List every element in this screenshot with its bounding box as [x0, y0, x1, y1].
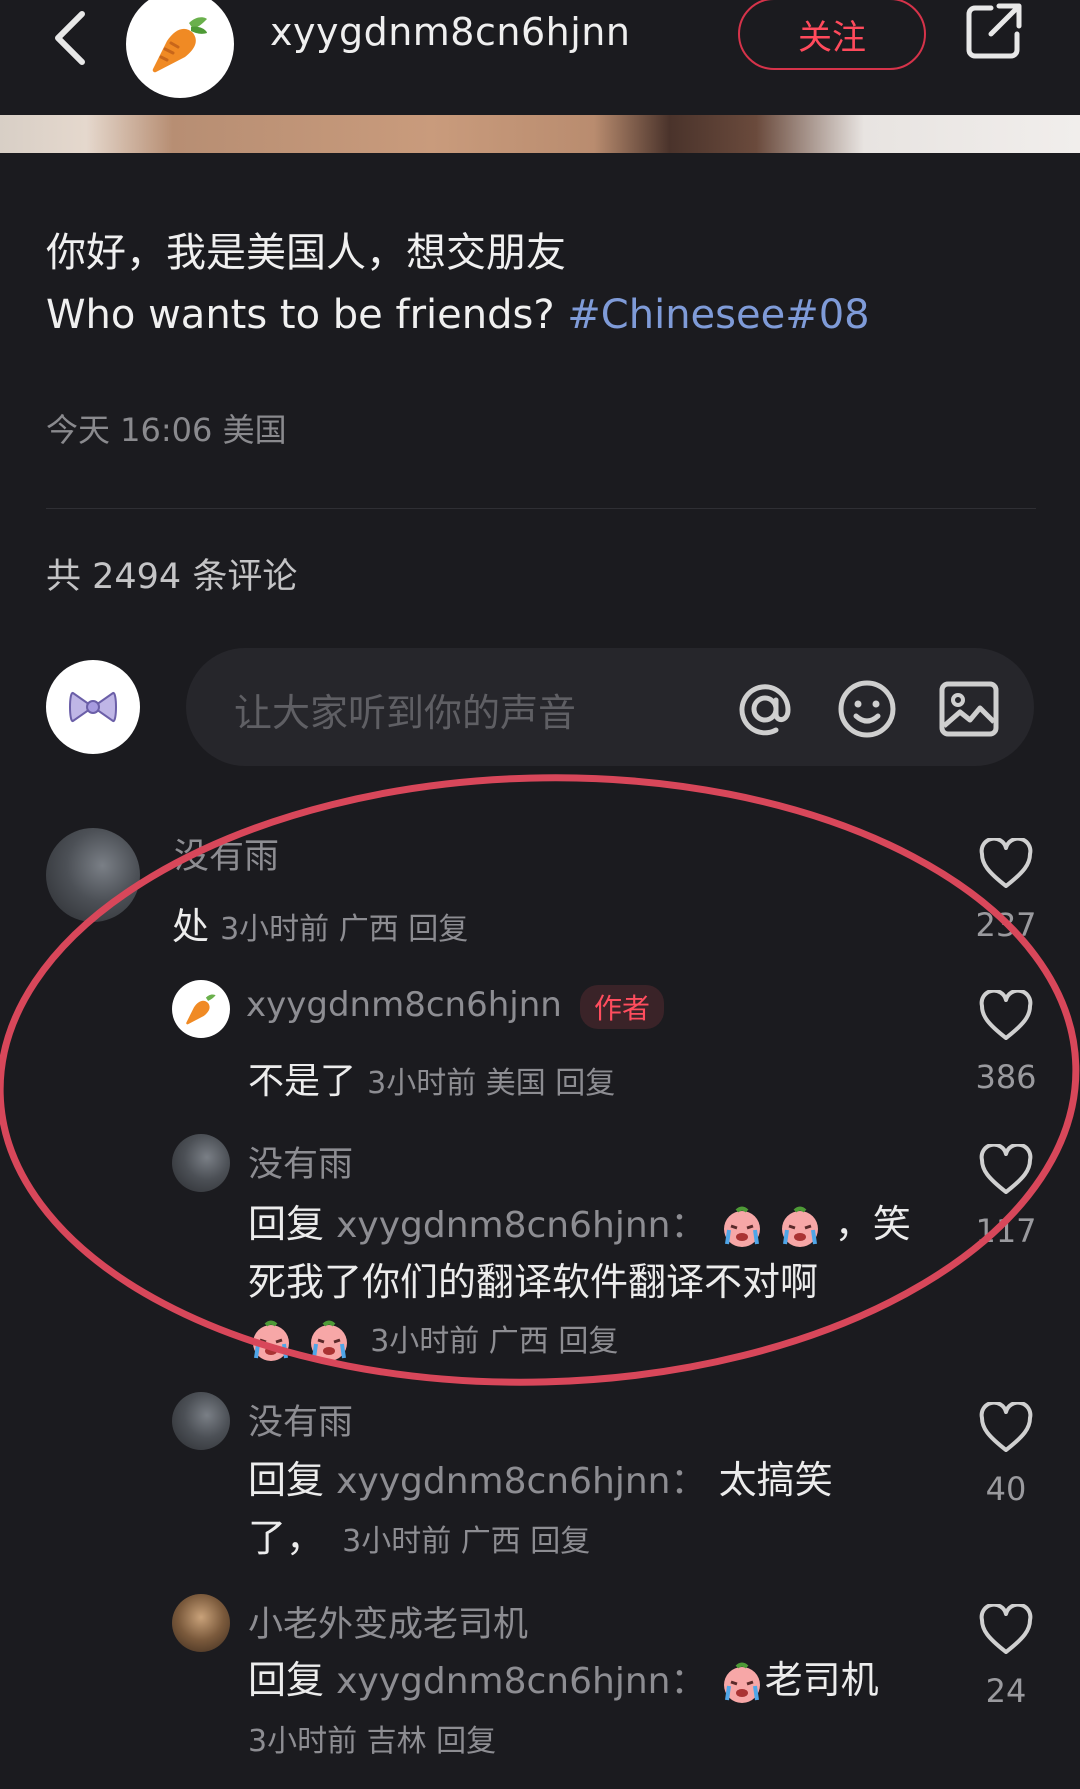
post-text-line2: Who wants to be friends? #Chinesee#08 — [46, 292, 870, 338]
like-button[interactable] — [978, 836, 1034, 894]
back-icon — [55, 11, 85, 65]
carrot-icon — [186, 994, 216, 1025]
reply-text-line2: 死我了你们的翻译软件翻译不对啊 — [248, 1260, 819, 1304]
comment-body: 处 3小时前 广西 回复 — [172, 896, 468, 950]
comment-username[interactable]: 没有雨 — [174, 828, 279, 879]
reply-to-user[interactable]: xyygdnm8cn6hjnn： — [336, 1205, 706, 1246]
reply-to-user[interactable]: xyygdnm8cn6hjnn： — [336, 1461, 706, 1502]
comment-meta: 3小时前 广西 回复 — [220, 912, 469, 947]
like-count: 24 — [985, 1672, 1027, 1710]
image-icon — [939, 681, 999, 737]
reply-avatar[interactable] — [172, 980, 230, 1038]
post-text: 你好，我是美国人，想交朋友 — [46, 230, 566, 276]
reply-body: 回复 xyygdnm8cn6hjnn： 太搞笑 了， 3小时前 广西 回复 — [248, 1452, 833, 1570]
at-icon — [739, 684, 791, 736]
reply-prefix: 回复 — [248, 1658, 325, 1702]
reply-text: ，笑 — [834, 1202, 911, 1246]
reply-to-user[interactable]: xyygdnm8cn6hjnn： — [336, 1661, 706, 1702]
reply-username[interactable]: 小老外变成老司机 — [248, 1596, 528, 1647]
comment-avatar[interactable] — [46, 828, 140, 922]
author-badge: 作者 — [580, 985, 665, 1029]
reply-meta: 3小时前 吉林 回复 — [248, 1724, 497, 1759]
like-button[interactable] — [978, 1602, 1034, 1660]
heart-icon — [979, 1602, 1033, 1654]
reply-username[interactable]: xyygdnm8cn6hjnn — [246, 985, 562, 1025]
reply-body: 回复 xyygdnm8cn6hjnn： 老司机 3小时前 吉林 回复 — [248, 1652, 879, 1770]
comment-count: 共 2494 条评论 — [46, 557, 298, 597]
reply-text-line2: 了， — [248, 1516, 325, 1560]
divider — [46, 508, 1036, 509]
like-button[interactable] — [978, 1142, 1034, 1200]
like-count: 117 — [975, 1212, 1037, 1250]
reply-avatar[interactable] — [172, 1392, 230, 1450]
share-icon — [966, 3, 1022, 59]
emoji-icon — [838, 680, 896, 738]
heart-icon — [979, 1142, 1033, 1194]
reply-meta: 3小时前 广西 回复 — [342, 1524, 591, 1559]
reply-prefix: 回复 — [248, 1202, 325, 1246]
comment-input-placeholder: 让大家听到你的声音 — [234, 691, 577, 735]
like-button[interactable] — [978, 988, 1034, 1046]
reply-avatar[interactable] — [172, 1134, 230, 1192]
mention-button[interactable] — [734, 678, 796, 740]
hashtag-link[interactable]: #Chinesee#08 — [567, 292, 869, 338]
crying-emoji-icon — [781, 1206, 818, 1247]
header-username[interactable]: xyygdnm8cn6hjnn — [270, 10, 630, 54]
post-english-text: Who wants to be friends? — [46, 292, 568, 338]
reply-text: 老司机 — [764, 1658, 879, 1702]
reply-body: 回复 xyygdnm8cn6hjnn： ，笑 死我了你们的翻译软件翻译不对啊 3… — [248, 1196, 911, 1370]
post-meta: 今天 16:06 美国 — [46, 411, 287, 449]
bow-icon — [69, 691, 117, 723]
comment-text: 处 — [172, 905, 209, 948]
back-button[interactable] — [40, 4, 110, 74]
follow-button[interactable]: 关注 — [738, 0, 926, 70]
reply-username[interactable]: 没有雨 — [248, 1394, 353, 1445]
reply-username[interactable]: 没有雨 — [248, 1136, 353, 1187]
reply-meta: 3小时前 广西 回复 — [370, 1324, 619, 1359]
heart-icon — [979, 836, 1033, 888]
like-count: 40 — [985, 1470, 1027, 1508]
carrot-icon — [152, 17, 207, 73]
reply-avatar[interactable] — [172, 1594, 230, 1652]
crying-emoji-icon — [311, 1320, 348, 1361]
emoji-button[interactable] — [836, 678, 898, 740]
like-count: 237 — [975, 906, 1037, 944]
like-button[interactable] — [978, 1400, 1034, 1458]
reply-text: 太搞笑 — [718, 1458, 833, 1502]
reply-text: 不是了 — [248, 1061, 357, 1102]
reply-prefix: 回复 — [248, 1458, 325, 1502]
like-count: 386 — [975, 1058, 1037, 1096]
heart-icon — [979, 988, 1033, 1040]
reply-body: 不是了 3小时前 美国 回复 — [248, 1052, 615, 1104]
heart-icon — [979, 1400, 1033, 1452]
reply-meta: 3小时前 美国 回复 — [367, 1066, 616, 1101]
crying-emoji-icon — [723, 1206, 760, 1247]
post-image-bottom[interactable] — [0, 115, 1080, 153]
my-avatar[interactable] — [46, 660, 140, 754]
share-button[interactable] — [963, 0, 1025, 62]
image-button[interactable] — [938, 678, 1000, 740]
crying-emoji-icon — [723, 1662, 760, 1703]
crying-emoji-icon — [253, 1320, 289, 1361]
